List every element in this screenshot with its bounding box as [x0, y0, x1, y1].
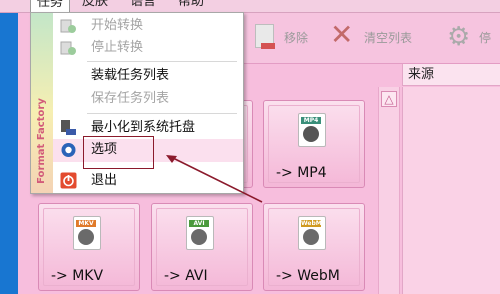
stop-icon: ⚙	[447, 22, 471, 52]
menu-task[interactable]: 任务	[30, 0, 71, 12]
menu-item-minimize-to-tray[interactable]: 最小化到系统托盘	[53, 117, 243, 138]
mkv-file-icon: MKV	[73, 216, 103, 250]
toolbar: 移除 ✕ 清空列表 ⚙ 停	[240, 13, 500, 64]
format-tile-mkv[interactable]: MKV -> MKV	[38, 203, 140, 291]
convert-stop-icon	[60, 39, 77, 56]
clear-list-button[interactable]: ✕ 清空列表	[330, 20, 412, 54]
format-tile-webm[interactable]: WebM -> WebM	[263, 203, 365, 291]
format-label: -> MKV	[51, 268, 104, 284]
menu-item-stop-convert[interactable]: 停止转换	[53, 37, 243, 58]
menu-item-exit[interactable]: 退出	[53, 170, 243, 191]
format-label: -> MP4	[276, 165, 327, 181]
menu-item-label: 开始转换	[91, 18, 144, 33]
vertical-scrollbar[interactable]: △	[378, 87, 400, 294]
menu-item-label: 退出	[91, 173, 118, 188]
menu-item-label: 最小化到系统托盘	[91, 120, 196, 135]
stop-label: 停	[479, 30, 492, 45]
convert-start-icon	[60, 17, 77, 34]
menu-separator	[87, 61, 237, 62]
menu-language[interactable]: 语言	[124, 0, 162, 11]
clear-list-label: 清空列表	[364, 30, 413, 45]
menu-item-load-task-list[interactable]: 装载任务列表	[53, 65, 243, 86]
format-label: -> WebM	[276, 268, 340, 284]
annotation-highlight-box	[83, 136, 154, 169]
options-icon	[60, 141, 77, 158]
scroll-up-icon[interactable]: △	[381, 91, 397, 107]
menu-item-label: 停止转换	[91, 40, 144, 55]
webm-file-icon: WebM	[298, 216, 328, 250]
clear-list-icon: ✕	[330, 18, 354, 51]
left-sidebar-strip	[0, 13, 18, 294]
format-tile-mp4[interactable]: MP4 -> MP4	[263, 100, 365, 188]
remove-icon	[250, 22, 278, 52]
menu-item-save-task-list[interactable]: 保存任务列表	[53, 88, 243, 109]
remove-button[interactable]: 移除	[250, 20, 308, 54]
source-column-header[interactable]: 来源	[402, 64, 500, 86]
menu-item-label: 装载任务列表	[91, 68, 170, 83]
menu-item-start-convert[interactable]: 开始转换	[53, 15, 243, 36]
remove-label: 移除	[284, 30, 309, 45]
menu-help[interactable]: 帮助	[172, 0, 210, 11]
avi-file-icon: AVI	[186, 216, 216, 250]
menu-separator	[87, 113, 237, 114]
stop-button[interactable]: ⚙ 停	[445, 20, 491, 54]
task-list[interactable]	[402, 87, 500, 294]
tray-icon	[60, 119, 77, 136]
brand-strip: Format Factory	[31, 13, 53, 193]
format-tile-avi[interactable]: AVI -> AVI	[151, 203, 253, 291]
mp4-file-icon: MP4	[298, 113, 328, 147]
power-icon	[60, 172, 77, 189]
menu-item-label: 保存任务列表	[91, 91, 170, 106]
menu-skin[interactable]: 皮肤	[76, 0, 114, 11]
format-label: -> AVI	[164, 268, 208, 284]
brand-text: Format Factory	[36, 98, 47, 184]
